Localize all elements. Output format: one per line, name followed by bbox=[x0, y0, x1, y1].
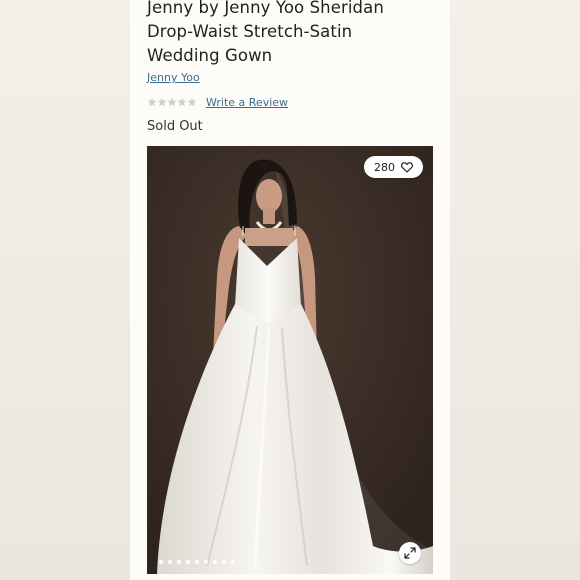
screenshot-frame: Jenny by Jenny Yoo Sheridan Drop-Waist S… bbox=[0, 0, 580, 580]
left-backdrop bbox=[0, 0, 130, 580]
product-title-line-2: Drop-Waist Stretch-Satin bbox=[147, 22, 353, 41]
gallery-dot[interactable] bbox=[204, 560, 208, 564]
gallery-dot[interactable] bbox=[195, 560, 199, 564]
star-icon bbox=[157, 97, 167, 107]
right-backdrop bbox=[450, 0, 580, 580]
gallery-dot[interactable] bbox=[168, 560, 172, 564]
brand-link[interactable]: Jenny Yoo bbox=[147, 71, 200, 84]
write-review-link[interactable]: Write a Review bbox=[206, 96, 288, 109]
gallery-dot[interactable] bbox=[213, 560, 217, 564]
expand-image-button[interactable] bbox=[399, 542, 421, 564]
product-image-gallery[interactable]: 280 bbox=[147, 146, 433, 574]
gallery-pagination bbox=[159, 560, 235, 564]
expand-icon bbox=[404, 547, 416, 559]
star-icon bbox=[167, 97, 177, 107]
star-icon bbox=[147, 97, 157, 107]
gallery-dot[interactable] bbox=[159, 560, 163, 564]
gallery-dot[interactable] bbox=[222, 560, 226, 564]
availability-status: Sold Out bbox=[147, 119, 203, 134]
star-icon bbox=[187, 97, 197, 107]
product-panel: Jenny by Jenny Yoo Sheridan Drop-Waist S… bbox=[130, 0, 450, 580]
rating-row: Write a Review bbox=[147, 93, 288, 111]
product-photo bbox=[147, 146, 433, 574]
favorite-button[interactable]: 280 bbox=[364, 156, 423, 178]
heart-icon bbox=[401, 161, 413, 173]
gallery-dot[interactable] bbox=[177, 560, 181, 564]
favorite-count: 280 bbox=[374, 160, 395, 174]
gallery-dot[interactable] bbox=[186, 560, 190, 564]
star-rating bbox=[147, 97, 197, 107]
product-title: Jenny by Jenny Yoo Sheridan Drop-Waist S… bbox=[147, 0, 442, 68]
star-icon bbox=[177, 97, 187, 107]
product-title-line-1: Jenny by Jenny Yoo Sheridan bbox=[147, 0, 384, 17]
gallery-dot[interactable] bbox=[231, 560, 235, 564]
product-title-line-3: Wedding Gown bbox=[147, 46, 273, 65]
